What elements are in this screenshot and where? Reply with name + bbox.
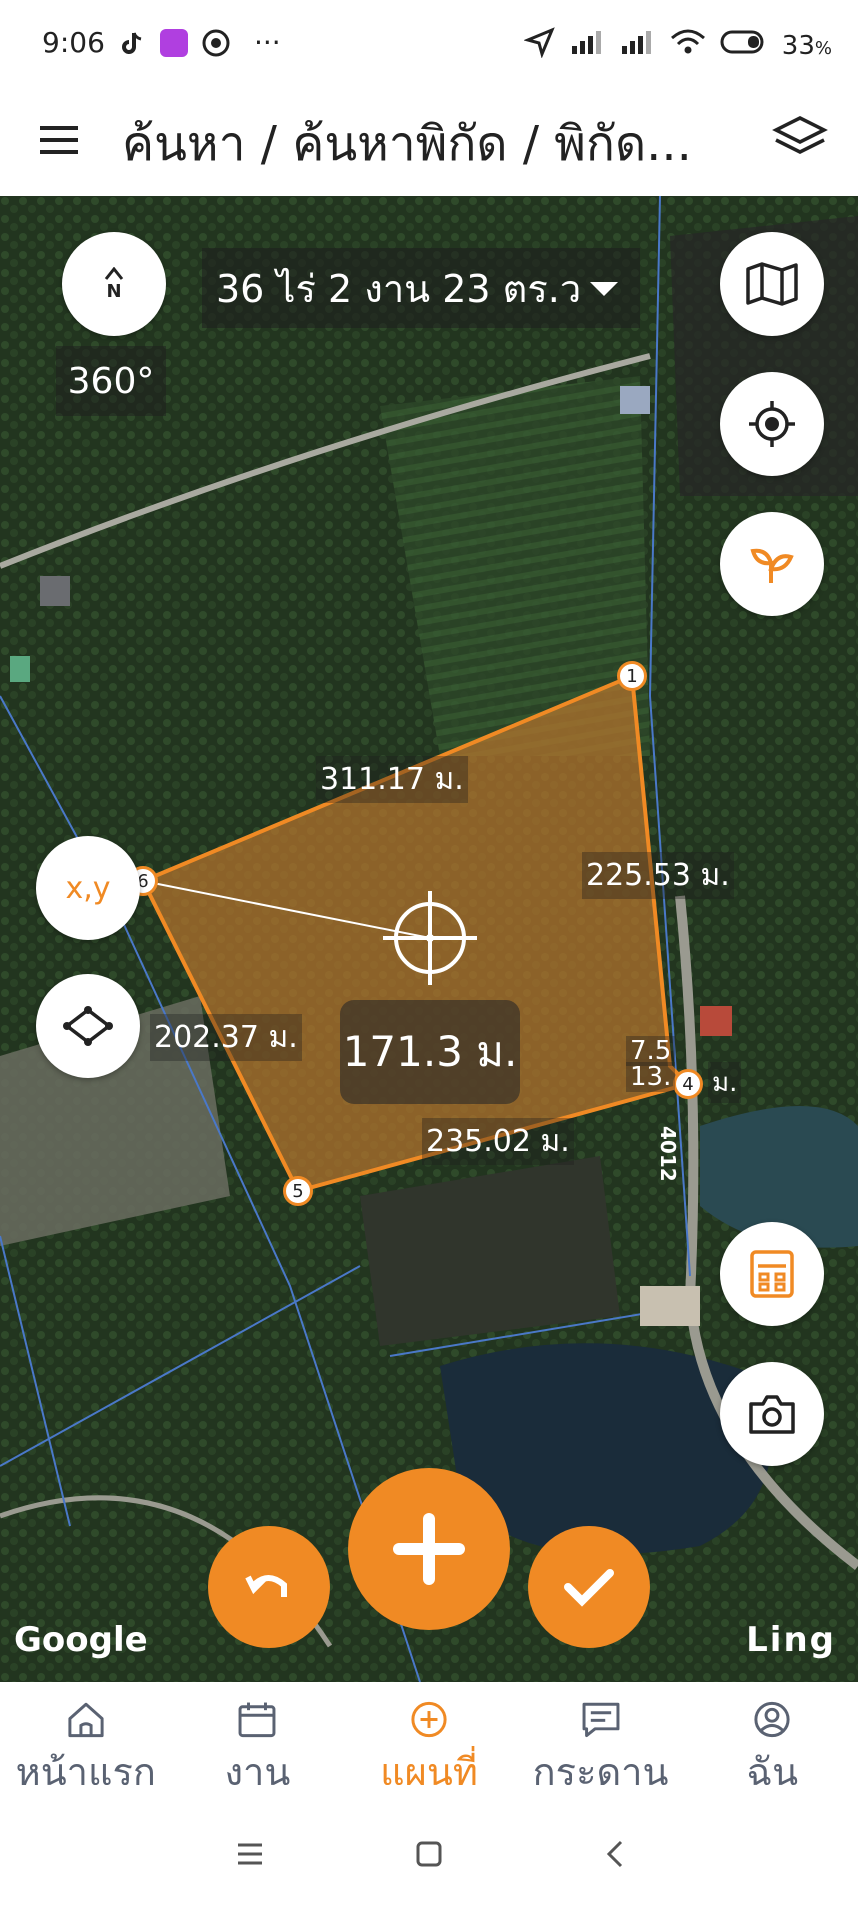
nav-map[interactable]: แผนที่	[343, 1682, 515, 1802]
battery-level: 33%	[781, 30, 832, 61]
page-title: ค้นหา / ค้นหาพิกัด / พิกัด...	[122, 116, 692, 172]
vertex-label: 5	[292, 1180, 304, 1202]
my-location-button[interactable]	[720, 372, 824, 476]
confirm-button[interactable]	[528, 1526, 650, 1648]
calculator-button[interactable]	[720, 1222, 824, 1326]
home-icon	[68, 1702, 104, 1738]
road-label: 4012	[656, 1126, 680, 1182]
sprout-icon	[750, 548, 794, 583]
calendar-icon	[238, 1702, 276, 1738]
coordinate-button[interactable]: x,y	[36, 836, 140, 940]
satellite-map[interactable]: 1 4 5 6 311.17 ม. 225.53 ม. 202.37 ม. 23…	[0, 196, 858, 1682]
chrome-icon	[202, 29, 230, 57]
rotation-label: 360°	[56, 346, 166, 416]
app-notification-icon	[160, 28, 188, 57]
vertex-marker-1[interactable]: 1	[617, 661, 647, 691]
calculator-icon	[750, 1250, 794, 1298]
checkmark-icon	[564, 1569, 614, 1607]
xy-label: x,y	[65, 870, 111, 906]
diamond-polygon-icon	[63, 1006, 113, 1046]
vertex-label: 1	[626, 665, 638, 687]
status-notification-icons: ···	[118, 26, 281, 59]
distance-label: 225.53 ม.	[582, 852, 734, 899]
distance-label: ม.	[708, 1062, 742, 1103]
status-system-icons: 33%	[523, 26, 832, 65]
vertex-marker-4[interactable]: 4	[673, 1069, 703, 1099]
wifi-icon	[670, 28, 706, 63]
area-text: 36 ไร่ 2 งาน 23 ตร.ว	[216, 266, 582, 311]
vertex-marker-5[interactable]: 5	[283, 1176, 313, 1206]
nav-label: แผนที่	[380, 1750, 478, 1794]
distance-label: 235.02 ม.	[422, 1118, 574, 1165]
undo-icon	[245, 1575, 287, 1597]
compass-button[interactable]: N	[62, 232, 166, 336]
add-circle-icon	[411, 1701, 447, 1738]
battery-icon	[720, 29, 768, 62]
map-type-button[interactable]	[720, 232, 824, 336]
chevron-down-icon	[590, 282, 618, 296]
plus-icon	[393, 1513, 465, 1585]
board-icon	[582, 1702, 620, 1738]
polygon-tool-button[interactable]	[36, 974, 140, 1078]
status-time: 9:06	[42, 26, 105, 59]
distance-label: 13.	[626, 1062, 676, 1092]
camera-icon	[749, 1395, 795, 1434]
nav-label: งาน	[224, 1750, 291, 1794]
home-system-button[interactable]	[409, 1834, 449, 1874]
vertex-label: 4	[682, 1073, 694, 1095]
recents-button[interactable]	[230, 1834, 270, 1874]
nav-profile[interactable]: ฉัน	[686, 1682, 858, 1802]
ling-logo: Ling	[746, 1620, 836, 1660]
bottom-navigation: หน้าแรก งาน แผนที่ กระดาน ฉัน	[0, 1682, 858, 1802]
menu-lines-icon	[238, 1843, 262, 1865]
distance-label: 311.17 ม.	[316, 756, 468, 803]
signal-icon-1	[570, 28, 606, 63]
distance-label: 202.37 ม.	[150, 1014, 302, 1061]
nav-home[interactable]: หน้าแรก	[0, 1682, 172, 1802]
nav-label: หน้าแรก	[15, 1750, 156, 1794]
profile-icon	[754, 1701, 790, 1738]
back-chevron-icon	[606, 1840, 623, 1868]
nav-board[interactable]: กระดาน	[515, 1682, 687, 1802]
status-bar: 9:06 ··· 33%	[0, 0, 858, 92]
layers-button[interactable]	[772, 114, 828, 164]
menu-button[interactable]	[38, 118, 82, 162]
nav-label: ฉัน	[746, 1750, 799, 1794]
more-notifications: ···	[254, 26, 281, 59]
plant-button[interactable]	[720, 512, 824, 616]
signal-icon-2	[620, 28, 656, 63]
undo-button[interactable]	[208, 1526, 330, 1648]
camera-button[interactable]	[720, 1362, 824, 1466]
area-dropdown[interactable]: 36 ไร่ 2 งาน 23 ตร.ว	[202, 248, 640, 328]
map-icon	[746, 262, 798, 306]
hamburger-icon	[40, 126, 78, 154]
google-attribution: Google	[14, 1620, 148, 1660]
layers-icon	[772, 116, 828, 154]
location-arrow-icon	[523, 26, 556, 65]
app-bar: ค้นหา / ค้นหาพิกัด / พิกัด...	[0, 92, 858, 196]
system-navigation-bar	[0, 1802, 858, 1907]
back-button[interactable]	[596, 1834, 636, 1874]
square-icon	[416, 1841, 442, 1867]
nav-label: กระดาน	[532, 1750, 669, 1794]
crosshair-icon	[749, 401, 795, 447]
center-distance-label: 171.3 ม.	[340, 1000, 520, 1104]
tiktok-icon	[118, 29, 146, 57]
nav-tasks[interactable]: งาน	[172, 1682, 344, 1802]
add-point-button[interactable]	[348, 1468, 510, 1630]
compass-icon: N	[104, 266, 124, 302]
